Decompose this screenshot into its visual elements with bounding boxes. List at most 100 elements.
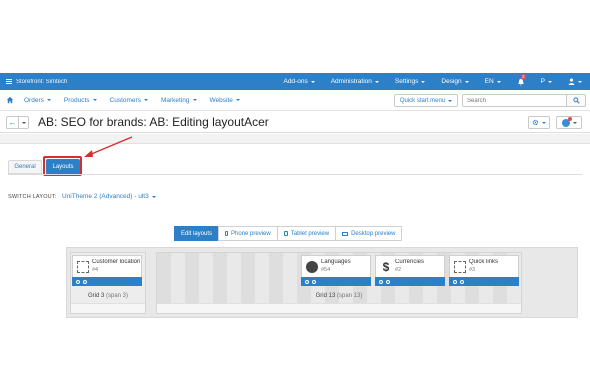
top-menu-design-label: Design — [441, 78, 462, 85]
menu-orders-label: Orders — [24, 96, 44, 104]
grid-13-footer — [157, 303, 521, 313]
menu-products-label: Products — [63, 96, 90, 104]
grid-13-label: Grid 13 (span 13) — [157, 293, 521, 299]
chevron-down-icon — [548, 80, 552, 83]
content-top-strip — [0, 134, 590, 144]
chevron-down-icon — [235, 99, 240, 101]
chevron-down-icon — [151, 195, 156, 198]
chevron-down-icon — [578, 80, 582, 83]
grid-3-span: (span 3) — [106, 293, 129, 299]
home-icon[interactable] — [6, 96, 14, 104]
chevron-down-icon — [421, 80, 426, 83]
tab-edit-layouts[interactable]: Edit layouts — [174, 226, 220, 241]
page-title: AB: SEO for brands: AB: Editing layoutAc… — [38, 115, 269, 129]
top-menu-settings[interactable]: Settings — [387, 73, 434, 90]
chevron-down-icon — [310, 80, 315, 83]
menu-marketing[interactable]: Marketing — [161, 97, 197, 104]
quick-start-label: Quick start menu — [399, 97, 446, 104]
block-name: Currencies — [395, 259, 425, 265]
grid-3-label: Grid 3 (span 3) — [71, 293, 145, 299]
block-toolbar — [301, 277, 371, 286]
tab-tablet-preview[interactable]: Tablet preview — [276, 226, 337, 241]
top-menu-addons-label: Add-ons — [283, 78, 308, 85]
chevron-down-icon — [21, 121, 26, 124]
settings-dropdown-button[interactable] — [528, 116, 550, 129]
notification-badge: 2 — [520, 73, 527, 80]
block-quick-links[interactable]: Quick links #3 — [449, 255, 519, 286]
page-header: ← AB: SEO for brands: AB: Editing layout… — [0, 111, 590, 133]
view-tabs: Edit layouts Phone preview Tablet previe… — [174, 226, 403, 241]
top-admin-bar: Storefront: Simtech Add-ons Administrati… — [0, 73, 590, 90]
notifications-button[interactable]: 2 — [509, 73, 533, 90]
menu-customers-label: Customers — [109, 96, 141, 104]
block-id: #4 — [92, 267, 99, 273]
block-currencies[interactable]: $ Currencies #2 — [375, 255, 445, 286]
gear-icon[interactable] — [379, 279, 383, 284]
top-menu-administration[interactable]: Administration — [323, 73, 387, 90]
search-input[interactable] — [462, 94, 567, 107]
bell-icon: 2 — [517, 73, 527, 86]
block-customer-location[interactable]: Customer location #4 — [72, 255, 142, 286]
grid-13-title: Grid 13 — [315, 293, 336, 299]
tablet-icon — [283, 231, 288, 236]
user-icon — [568, 78, 575, 85]
gear-icon — [532, 119, 539, 126]
language-label: EN — [484, 78, 494, 85]
menu-website[interactable]: Website — [210, 97, 240, 104]
quick-start-menu-button[interactable]: Quick start menu — [394, 94, 458, 107]
top-menu-administration-label: Administration — [330, 78, 372, 85]
globe-icon — [306, 261, 318, 273]
power-icon[interactable] — [386, 279, 390, 284]
power-icon[interactable] — [312, 279, 316, 284]
menu-products[interactable]: Products — [64, 97, 97, 104]
placeholder-icon — [454, 261, 466, 273]
top-menu-design[interactable]: Design — [433, 73, 476, 90]
block-languages[interactable]: Languages #54 — [301, 255, 371, 286]
chevron-down-icon — [542, 121, 546, 124]
back-button[interactable]: ← — [6, 116, 19, 129]
switch-layout-label: SWITCH LAYOUT: — [8, 194, 57, 200]
block-toolbar — [72, 277, 142, 286]
tab-divider — [8, 174, 582, 175]
search-icon — [572, 97, 580, 104]
preview-storefront-button[interactable] — [556, 116, 582, 129]
user-initial: P — [540, 78, 545, 85]
menu-marketing-label: Marketing — [160, 96, 190, 104]
menu-website-label: Website — [209, 96, 233, 104]
storefront-selector[interactable]: Storefront: Simtech — [0, 79, 67, 85]
search-button[interactable] — [567, 94, 586, 107]
top-menu-addons[interactable]: Add-ons — [275, 73, 322, 90]
gear-icon[interactable] — [76, 279, 80, 284]
chevron-down-icon — [572, 121, 577, 124]
chevron-down-icon — [448, 99, 453, 102]
tab-phone-preview[interactable]: Phone preview — [218, 226, 278, 241]
menu-orders[interactable]: Orders — [24, 97, 51, 104]
block-name: Quick links — [469, 259, 499, 265]
tab-general[interactable]: General — [8, 160, 42, 174]
dollar-icon: $ — [382, 260, 390, 274]
gear-icon[interactable] — [305, 279, 309, 284]
user-initial-menu[interactable]: P — [533, 73, 560, 90]
user-menu[interactable] — [560, 73, 590, 90]
storefront-label: Storefront: Simtech — [16, 78, 68, 85]
menu-customers[interactable]: Customers — [110, 97, 148, 104]
power-icon[interactable] — [83, 279, 87, 284]
tab-desktop-preview-label: Desktop preview — [351, 230, 396, 237]
phone-icon — [225, 231, 229, 236]
arrow-left-icon: ← — [8, 118, 17, 127]
gear-icon[interactable] — [453, 279, 457, 284]
tab-desktop-preview[interactable]: Desktop preview — [335, 226, 403, 241]
top-menu-settings-label: Settings — [394, 78, 419, 85]
chevron-down-icon — [192, 99, 197, 101]
chevron-down-icon — [92, 99, 97, 101]
desktop-icon — [342, 231, 349, 236]
block-toolbar — [375, 277, 445, 286]
placeholder-icon — [77, 261, 89, 273]
chevron-down-icon — [374, 80, 379, 83]
storefront-preview-icon — [561, 116, 572, 127]
language-selector[interactable]: EN — [477, 73, 509, 90]
power-icon[interactable] — [460, 279, 464, 284]
back-dropdown-button[interactable] — [19, 116, 29, 129]
switch-layout-dropdown[interactable]: UniTheme 2 (Advanced) - ult3 — [62, 193, 156, 200]
switch-layout-value: UniTheme 2 (Advanced) - ult3 — [62, 193, 149, 200]
